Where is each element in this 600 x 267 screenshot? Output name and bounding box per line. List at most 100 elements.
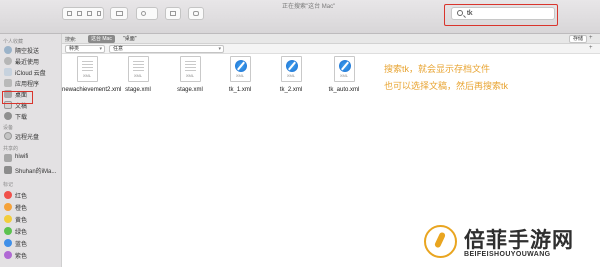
sidebar-tag-green[interactable]: 绿色	[4, 226, 60, 236]
annotation-text-1: 搜索tk，就会显示存档文件	[384, 64, 491, 74]
favorites-heading: 个人收藏	[3, 39, 24, 45]
tag-color-dot-icon	[4, 203, 12, 211]
add-criteria-button[interactable]: +	[589, 35, 593, 41]
tag-color-dot-icon	[4, 251, 12, 259]
sidebar-item-label: 橙色	[15, 206, 28, 212]
file-name: tk_2.xml	[279, 87, 303, 93]
action-button[interactable]	[136, 7, 158, 20]
sidebar-item-label: 红色	[15, 194, 28, 200]
sidebar-tag-red[interactable]: 红色	[4, 190, 60, 200]
disc-icon	[4, 132, 12, 140]
file-name: tk_1.xml	[228, 87, 252, 93]
gear-icon	[141, 11, 146, 16]
documents-highlight-annotation	[2, 91, 33, 104]
gallery-view-icon[interactable]	[97, 11, 101, 16]
recents-icon	[4, 57, 12, 65]
share-button[interactable]	[165, 7, 181, 20]
airdrop-icon	[4, 46, 12, 54]
sidebar-item-recents[interactable]: 最近使用	[4, 56, 60, 66]
file-item[interactable]: XML tk_1.xml	[215, 56, 265, 94]
search-highlight-annotation	[444, 4, 558, 26]
sidebar-item-label: 应用程序	[15, 82, 40, 88]
file-name: stage.xml	[125, 87, 151, 93]
watermark-subtitle: BEIFEISHOUYOUWANG	[464, 251, 551, 258]
sidebar-item-label: 紫色	[15, 254, 28, 260]
kind-value-select-value: 任意	[113, 46, 124, 52]
tag-color-dot-icon	[4, 239, 12, 247]
chevron-down-icon: ▾	[218, 46, 221, 52]
icon-view-icon[interactable]	[67, 11, 72, 16]
safari-document-icon: XML	[280, 56, 302, 82]
sidebar-item-hiwifi[interactable]: hiwifi	[4, 153, 60, 163]
sidebar-item-remote-disc[interactable]: 远程光盘	[4, 131, 60, 141]
file-item[interactable]: XML stage.xml	[113, 56, 163, 94]
column-view-icon[interactable]	[87, 11, 92, 16]
watermark-logo-icon	[424, 225, 457, 258]
safari-document-icon: XML	[229, 56, 251, 82]
sidebar-item-imac[interactable]: Shuhan的iMa...	[4, 165, 60, 175]
kind-select-value: 种类	[69, 46, 80, 52]
finder-toolbar: 正在搜索"这台 Mac" tk	[0, 0, 600, 34]
tags-heading: 标记	[3, 182, 14, 188]
devices-heading: 设备	[3, 125, 14, 131]
xml-document-icon: XML	[127, 56, 149, 82]
sidebar: 个人收藏 隔空投送 最近使用 iCloud 云盘 应用程序 桌面 文稿 下载 设…	[0, 34, 62, 267]
share-icon	[170, 11, 176, 16]
sidebar-item-label: 最近使用	[15, 60, 40, 66]
tag-icon	[193, 11, 199, 16]
sidebar-item-label: 绿色	[15, 230, 28, 236]
file-item[interactable]: XML stage.xml	[165, 56, 215, 94]
applications-icon	[4, 79, 12, 87]
xml-document-icon: XML	[76, 56, 98, 82]
file-name: newachievement2.xml	[62, 87, 122, 93]
tag-color-dot-icon	[4, 227, 12, 235]
sidebar-item-downloads[interactable]: 下载	[4, 111, 60, 121]
file-name: stage.xml	[177, 87, 203, 93]
file-name: tk_auto.xml	[328, 87, 360, 93]
sidebar-item-label: iCloud 云盘	[15, 71, 46, 77]
window-title: 正在搜索"这台 Mac"	[282, 4, 336, 10]
sidebar-item-label: Shuhan的iMa...	[15, 169, 57, 175]
sidebar-tag-blue[interactable]: 蓝色	[4, 238, 60, 248]
file-item[interactable]: XML tk_2.xml	[266, 56, 316, 94]
sidebar-item-applications[interactable]: 应用程序	[4, 78, 60, 88]
group-icon	[116, 11, 123, 16]
view-mode-buttons[interactable]	[62, 7, 104, 20]
sidebar-item-label: 隔空投送	[15, 49, 40, 55]
search-scope-bar: 搜索: 这台 Mac "桌面" 存储 +	[62, 34, 600, 44]
cloud-icon	[4, 68, 12, 76]
kind-select[interactable]: 种类 ▾	[65, 45, 105, 53]
search-criteria-bar: 种类 ▾ 任意 ▾ +	[62, 44, 600, 54]
watermark: 倍菲手游网 BEIFEISHOUYOUWANG	[420, 221, 600, 267]
tag-color-dot-icon	[4, 191, 12, 199]
annotation-text-2: 也可以选择文稿，然后再搜索tk	[384, 81, 509, 91]
file-item[interactable]: XML newachievement2.xml	[62, 56, 122, 94]
scope-label: 搜索:	[65, 37, 77, 43]
sidebar-item-label: 蓝色	[15, 242, 28, 248]
sidebar-tag-purple[interactable]: 紫色	[4, 250, 60, 260]
sidebar-item-label: hiwifi	[15, 154, 29, 160]
sidebar-item-airdrop[interactable]: 隔空投送	[4, 45, 60, 55]
sidebar-item-label: 黄色	[15, 218, 28, 224]
save-search-button[interactable]: 存储	[569, 35, 588, 43]
safari-document-icon: XML	[333, 56, 355, 82]
file-item[interactable]: XML tk_auto.xml	[319, 56, 369, 94]
scope-this-mac-button[interactable]: 这台 Mac	[88, 35, 115, 43]
group-button[interactable]	[110, 7, 128, 20]
imac-icon	[4, 166, 12, 174]
list-view-icon[interactable]	[77, 11, 82, 16]
sidebar-tag-orange[interactable]: 橙色	[4, 202, 60, 212]
downloads-icon	[4, 112, 12, 120]
add-criteria-row-button[interactable]: +	[589, 45, 593, 51]
scope-desktop-button[interactable]: "桌面"	[120, 35, 140, 43]
tags-button[interactable]	[188, 7, 204, 20]
sidebar-item-icloud[interactable]: iCloud 云盘	[4, 67, 60, 77]
shared-heading: 共享的	[3, 146, 19, 152]
sidebar-item-label: 下载	[15, 115, 28, 121]
chevron-down-icon: ▾	[99, 46, 102, 52]
kind-value-select[interactable]: 任意 ▾	[109, 45, 224, 53]
sidebar-tag-yellow[interactable]: 黄色	[4, 214, 60, 224]
sidebar-item-label: 远程光盘	[15, 135, 40, 141]
watermark-title: 倍菲手游网	[464, 228, 574, 252]
xml-document-icon: XML	[179, 56, 201, 82]
